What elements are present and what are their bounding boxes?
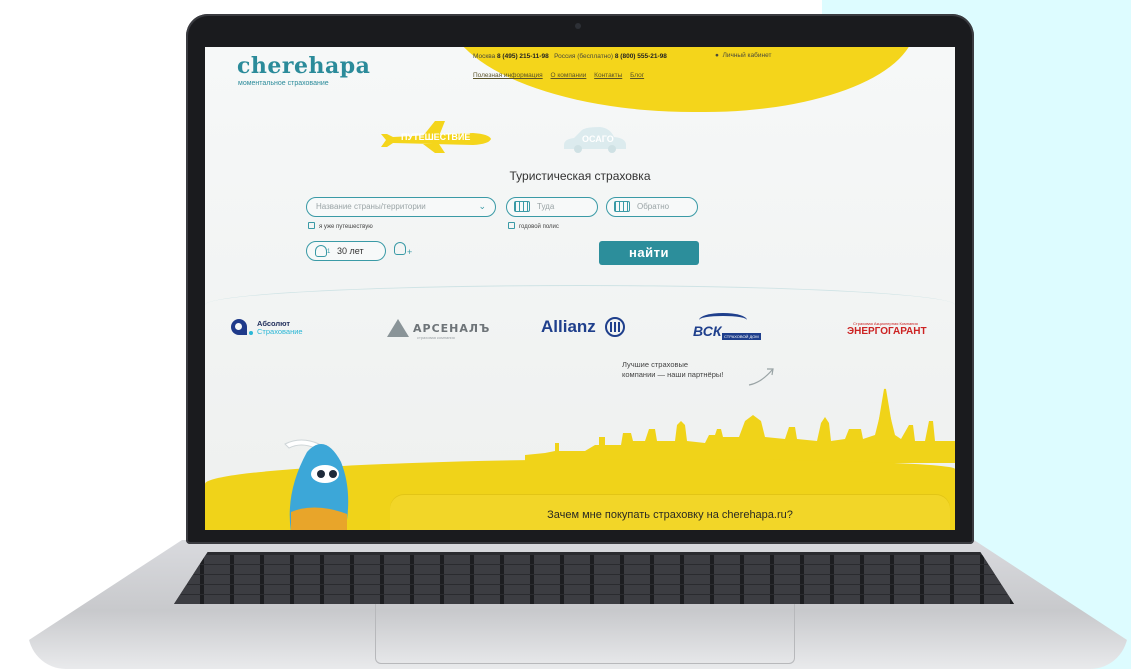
annual-policy-label: годовой полис (519, 224, 559, 230)
partners-note-line1: Лучшие страховые (622, 360, 689, 369)
arsenal-name: АРСЕНАЛЪ (413, 322, 491, 335)
mascot-character-illustration (284, 439, 349, 530)
nav-blog[interactable]: Блог (630, 72, 644, 79)
date-back-input[interactable]: Обратно (606, 197, 698, 217)
laptop-trackpad (375, 604, 795, 664)
camera-icon (575, 23, 581, 29)
date-back-placeholder: Обратно (637, 202, 670, 211)
account-link[interactable]: ● Личный кабинет (715, 52, 771, 59)
moscow-phone[interactable]: 8 (495) 215-11-98 (497, 53, 549, 60)
header-phones: Москва 8 (495) 215-11-98 Россия (бесплат… (473, 53, 667, 60)
traveler-age-input[interactable]: 1 30 лет (306, 241, 386, 261)
absolut-logo-icon (231, 319, 247, 335)
traveler-count: 1 (327, 249, 331, 255)
tab-osago-label: ОСАГО (582, 134, 614, 144)
add-traveler-icon[interactable] (394, 242, 406, 255)
traveler-age-value: 30 лет (337, 246, 364, 256)
checkbox-box (308, 222, 315, 229)
partner-allianz[interactable]: Allianz (541, 317, 625, 337)
find-button[interactable]: найти (599, 241, 699, 265)
why-buy-text: Зачем мне покупать страховку на cherehap… (547, 509, 793, 521)
partners-note: Лучшие страховые компании — наши партнёр… (622, 360, 723, 380)
absolut-dot-icon (249, 331, 253, 335)
country-select[interactable]: Название страны/территории ⌄ (306, 197, 496, 217)
partner-vsk[interactable]: ВСК СТРАХОВОЙ ДОМ (693, 313, 761, 341)
header-nav: Полезная информация О компании Контакты … (473, 72, 650, 79)
date-there-placeholder: Туда (537, 202, 555, 211)
laptop-screen-bezel: cherehapa моментальное страхование Москв… (186, 14, 974, 544)
calendar-icon (514, 201, 530, 212)
russia-phone[interactable]: 8 (800) 555-21-98 (615, 53, 667, 60)
annual-policy-checkbox[interactable]: годовой полис (508, 222, 559, 230)
date-there-input[interactable]: Туда (506, 197, 598, 217)
energogarant-name: ЭНЕРГОГАРАНТ (847, 326, 927, 337)
absolut-subtitle: Страхование (257, 327, 303, 336)
allianz-name: Allianz (541, 317, 596, 336)
nav-about[interactable]: О компании (551, 72, 587, 79)
arsenal-logo-icon (387, 319, 409, 337)
city-skyline-illustration (525, 388, 955, 463)
site-tagline: моментальное страхование (238, 80, 329, 87)
checkbox-box (508, 222, 515, 229)
already-traveling-checkbox[interactable]: я уже путешествую (308, 222, 373, 230)
section-divider (205, 285, 955, 305)
vsk-subtitle: СТРАХОВОЙ ДОМ (722, 333, 761, 340)
account-label: Личный кабинет (722, 52, 772, 59)
nav-useful-info[interactable]: Полезная информация (473, 72, 543, 79)
why-buy-banner[interactable]: Зачем мне покупать страховку на cherehap… (390, 495, 950, 530)
tab-osago[interactable]: ОСАГО (560, 125, 630, 153)
tab-travel-label: ПУТЕШЕСТВИЕ (401, 132, 471, 142)
website-screen: cherehapa моментальное страхование Москв… (205, 47, 955, 530)
form-title: Туристическая страховка (509, 169, 651, 183)
chevron-down-icon: ⌄ (478, 201, 486, 211)
tab-travel[interactable]: ПУТЕШЕСТВИЕ (377, 120, 493, 154)
calendar-icon (614, 201, 630, 212)
add-traveler-plus[interactable]: + (407, 247, 412, 257)
country-placeholder: Название страны/территории (316, 202, 426, 211)
site-logo[interactable]: cherehapa (237, 53, 370, 79)
user-icon: ● (715, 52, 719, 59)
traveler-icon (315, 245, 327, 257)
vsk-logo-icon (699, 313, 747, 327)
moscow-label: Москва (473, 53, 496, 60)
allianz-logo-icon (605, 317, 625, 337)
arrow-icon (748, 368, 774, 386)
russia-label: Россия (бесплатно) (554, 53, 614, 60)
laptop-keyboard (174, 552, 1014, 604)
arsenal-subtitle: страховая компания (417, 335, 455, 340)
nav-contacts[interactable]: Контакты (594, 72, 622, 79)
partners-note-line2: компании — наши партнёры! (622, 370, 724, 380)
already-traveling-label: я уже путешествую (319, 224, 373, 230)
